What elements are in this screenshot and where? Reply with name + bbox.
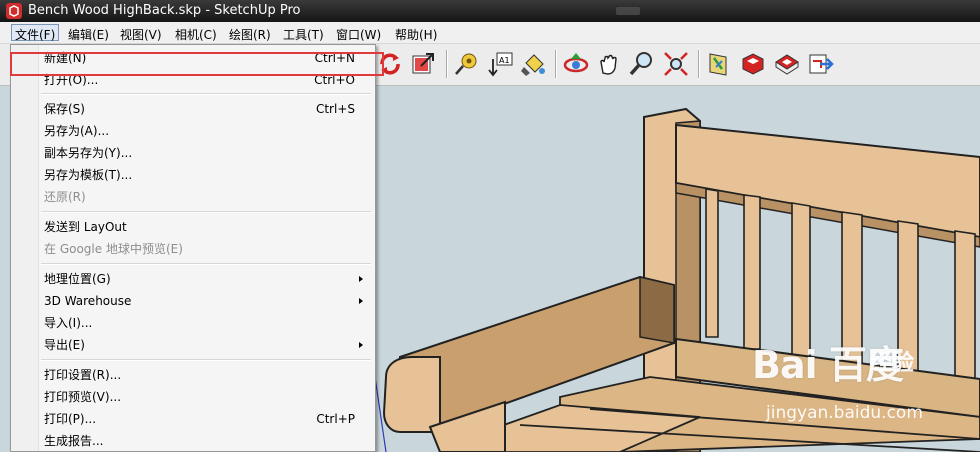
menu-separator	[41, 93, 371, 95]
file-menu-dropdown: 新建(N) Ctrl+N 打开(O)... Ctrl+O 保存(S) Ctrl+…	[10, 44, 376, 452]
toolbar-separator	[446, 50, 448, 78]
menu-item-import[interactable]: 导入(I)...	[13, 312, 373, 334]
menu-draw[interactable]: 绘图(R)	[226, 25, 274, 42]
watermark-url: jingyan.baidu.com	[766, 403, 923, 423]
menu-view[interactable]: 视图(V)	[117, 25, 165, 42]
armrest-front	[382, 356, 441, 433]
menu-tools[interactable]: 工具(T)	[280, 25, 327, 42]
menu-item-3d-warehouse[interactable]: 3D Warehouse	[13, 290, 373, 312]
menu-item-generate-report[interactable]: 生成报告...	[13, 430, 373, 452]
menu-help[interactable]: 帮助(H)	[392, 25, 440, 42]
orbit-icon[interactable]	[561, 49, 591, 79]
submenu-arrow-icon	[359, 342, 363, 348]
upload-icon[interactable]	[806, 49, 836, 79]
menu-separator	[41, 263, 371, 265]
sketchup-logo-icon	[6, 3, 22, 19]
menu-item-save-as-template[interactable]: 另存为模板(T)...	[13, 164, 373, 186]
pan-icon[interactable]	[594, 49, 624, 79]
title-bar: Bench Wood HighBack.skp - SketchUp Pro	[0, 0, 980, 22]
menu-item-save[interactable]: 保存(S) Ctrl+S	[13, 98, 373, 120]
menu-item-save-as[interactable]: 另存为(A)...	[13, 120, 373, 142]
text-icon[interactable]: A1	[485, 49, 515, 79]
menu-item-print-setup[interactable]: 打印设置(R)...	[13, 364, 373, 386]
export-icon[interactable]	[408, 49, 438, 79]
menu-item-new[interactable]: 新建(N) Ctrl+N	[13, 47, 373, 69]
toolbar-separator	[698, 50, 700, 78]
menu-item-print[interactable]: 打印(P)... Ctrl+P	[13, 408, 373, 430]
submenu-arrow-icon	[359, 276, 363, 282]
menu-window[interactable]: 窗口(W)	[333, 25, 384, 42]
tape-measure-icon[interactable]	[452, 49, 482, 79]
menu-item-geo-location[interactable]: 地理位置(G)	[13, 268, 373, 290]
submenu-arrow-icon	[359, 298, 363, 304]
menu-separator	[41, 211, 371, 213]
refresh-icon[interactable]	[375, 49, 405, 79]
zoom-extents-icon[interactable]	[661, 49, 691, 79]
menu-item-revert: 还原(R)	[44, 190, 86, 204]
menu-item-preview-google-earth: 在 Google 地球中预览(E)	[44, 242, 183, 256]
menu-separator	[41, 359, 371, 361]
window-title: Bench Wood HighBack.skp - SketchUp Pro	[28, 3, 301, 18]
menu-file[interactable]: 文件(F)	[11, 24, 60, 42]
component-icon[interactable]	[738, 49, 768, 79]
menu-item-print-preview[interactable]: 打印预览(V)...	[13, 386, 373, 408]
paint-bucket-icon[interactable]	[518, 49, 548, 79]
zoom-icon[interactable]	[627, 49, 657, 79]
section-icon[interactable]	[704, 49, 734, 79]
title-bar-badge	[616, 7, 640, 15]
menu-item-save-copy-as[interactable]: 副本另存为(Y)...	[13, 142, 373, 164]
menu-edit[interactable]: 编辑(E)	[65, 25, 112, 42]
warehouse-icon[interactable]	[772, 49, 802, 79]
svg-text:A1: A1	[499, 56, 510, 65]
watermark-sub: 经验	[870, 351, 915, 376]
menu-item-send-to-layout[interactable]: 发送到 LayOut	[13, 216, 373, 238]
menu-item-open[interactable]: 打开(O)... Ctrl+O	[13, 69, 373, 91]
menu-item-export[interactable]: 导出(E)	[13, 334, 373, 356]
menu-camera[interactable]: 相机(C)	[172, 25, 220, 42]
toolbar-separator	[555, 50, 557, 78]
menu-bar: 文件(F) 编辑(E) 视图(V) 相机(C) 绘图(R) 工具(T) 窗口(W…	[0, 22, 980, 44]
